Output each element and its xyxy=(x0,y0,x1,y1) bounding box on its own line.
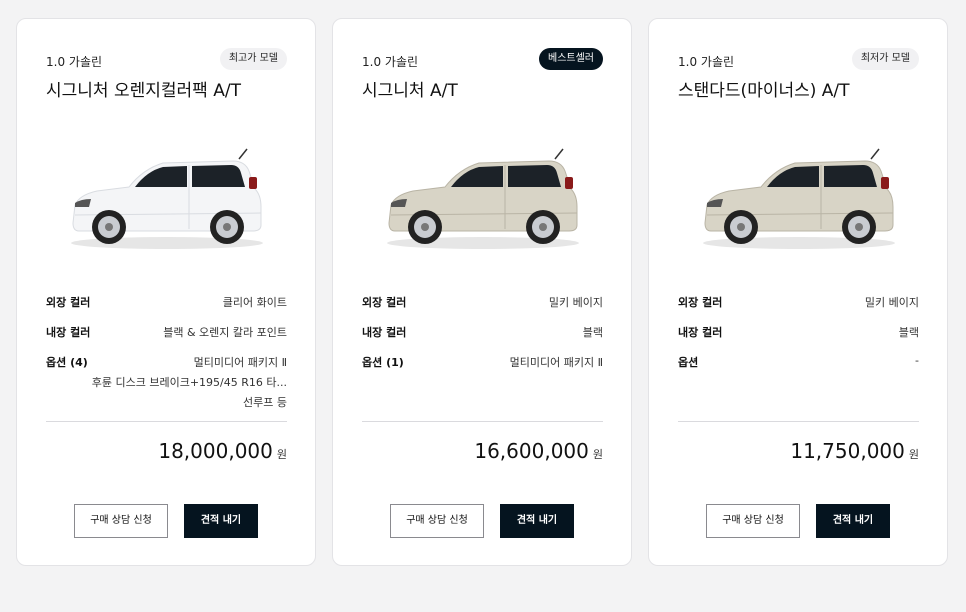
option-item: 멀티미디어 패키지 Ⅱ xyxy=(193,356,287,369)
option-item: - xyxy=(915,354,919,367)
price: 11,750,000 원 xyxy=(790,439,919,463)
car-side-icon xyxy=(387,148,579,249)
purchase-consult-button[interactable]: 구매 상담 신청 xyxy=(74,504,168,538)
options-label: 옵션 (4) xyxy=(46,356,88,369)
divider xyxy=(678,421,919,422)
interior-color-value: 블랙 xyxy=(582,326,603,339)
trim-card[interactable]: 1.0 가솔린 베스트셀러 시그니처 A/T 외장 컬러 밀키 베이지 내장 컬… xyxy=(332,18,632,566)
interior-color-value: 블랙 xyxy=(898,326,919,339)
trim-card-list: 1.0 가솔린 최고가 모델 시그니처 오렌지컬러팩 A/T 외장 컬러 클리어… xyxy=(0,0,966,612)
divider xyxy=(46,421,287,422)
fuel-type: 1.0 가솔린 xyxy=(46,55,103,69)
exterior-color-label: 외장 컬러 xyxy=(678,296,723,309)
purchase-consult-button[interactable]: 구매 상담 신청 xyxy=(706,504,800,538)
divider xyxy=(362,421,603,422)
model-badge: 최고가 모델 xyxy=(219,48,287,70)
options-label: 옵션 (1) xyxy=(362,356,404,369)
exterior-color-label: 외장 컬러 xyxy=(46,296,91,309)
price-unit: 원 xyxy=(908,448,919,461)
trim-card[interactable]: 1.0 가솔린 최저가 모델 스탠다드(마이너스) A/T 외장 컬러 밀키 베… xyxy=(648,18,948,566)
model-badge: 베스트셀러 xyxy=(539,48,603,70)
interior-color-label: 내장 컬러 xyxy=(362,326,407,339)
car-side-icon xyxy=(703,148,895,249)
trim-title: 시그니처 A/T xyxy=(362,81,458,101)
car-side-icon xyxy=(71,148,263,249)
option-item: 멀티미디어 패키지 Ⅱ xyxy=(509,356,603,369)
option-item: 후륜 디스크 브레이크+195/45 R16 타... xyxy=(91,376,287,389)
options-label: 옵션 xyxy=(678,356,699,369)
trim-title: 시그니처 오렌지컬러팩 A/T xyxy=(46,81,241,101)
purchase-consult-button[interactable]: 구매 상담 신청 xyxy=(390,504,484,538)
trim-title: 스탠다드(마이너스) A/T xyxy=(678,81,850,101)
fuel-type: 1.0 가솔린 xyxy=(678,55,735,69)
exterior-color-value: 밀키 베이지 xyxy=(864,296,919,309)
price-unit: 원 xyxy=(592,448,603,461)
price-amount: 11,750,000 xyxy=(790,439,905,463)
price: 16,600,000 원 xyxy=(474,439,603,463)
exterior-color-value: 클리어 화이트 xyxy=(222,296,287,309)
interior-color-value: 블랙 & 오렌지 칼라 포인트 xyxy=(163,326,287,339)
exterior-color-value: 밀키 베이지 xyxy=(548,296,603,309)
price-amount: 18,000,000 xyxy=(158,439,273,463)
trim-card[interactable]: 1.0 가솔린 최고가 모델 시그니처 오렌지컬러팩 A/T 외장 컬러 클리어… xyxy=(16,18,316,566)
get-estimate-button[interactable]: 견적 내기 xyxy=(816,504,890,538)
price: 18,000,000 원 xyxy=(158,439,287,463)
get-estimate-button[interactable]: 견적 내기 xyxy=(500,504,574,538)
option-item: 선루프 등 xyxy=(243,396,287,409)
price-unit: 원 xyxy=(276,448,287,461)
model-badge: 최저가 모델 xyxy=(851,48,919,70)
get-estimate-button[interactable]: 견적 내기 xyxy=(184,504,258,538)
interior-color-label: 내장 컬러 xyxy=(46,326,91,339)
interior-color-label: 내장 컬러 xyxy=(678,326,723,339)
price-amount: 16,600,000 xyxy=(474,439,589,463)
fuel-type: 1.0 가솔린 xyxy=(362,55,419,69)
exterior-color-label: 외장 컬러 xyxy=(362,296,407,309)
